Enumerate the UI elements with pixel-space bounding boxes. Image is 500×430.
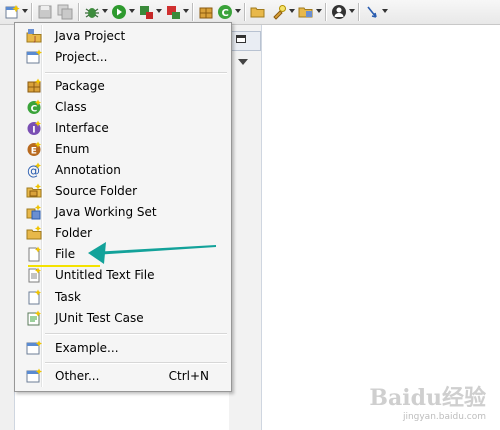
bug-icon[interactable] [84, 4, 100, 20]
new-dropdown-arrow[interactable] [22, 9, 28, 13]
task-icon [26, 289, 42, 305]
watermark-url: jingyan.baidu.com [402, 412, 486, 422]
profile-dropdown-arrow[interactable] [349, 9, 355, 13]
file-icon [26, 246, 42, 262]
package-icon [26, 78, 42, 94]
menu-item-label: Other... [55, 369, 100, 383]
editor-area [262, 25, 500, 430]
person-icon[interactable] [331, 4, 347, 20]
menu-item-label: Annotation [55, 163, 121, 177]
annotation-dropdown-arrow[interactable] [382, 9, 388, 13]
new-wizard-menu: J Java Project Project... Package C Clas… [14, 22, 232, 392]
menu-item-junit-test-case[interactable]: JUnit Test Case [17, 308, 229, 328]
watermark-logo: Baidu经验 [369, 385, 486, 411]
menu-item-accelerator: Ctrl+N [168, 369, 209, 383]
view-panel-strip [229, 25, 262, 430]
menu-item-package[interactable]: Package [17, 76, 229, 96]
menu-item-label: Enum [55, 142, 90, 156]
coverage-icon[interactable] [165, 4, 181, 20]
toolbar-separator [78, 3, 80, 21]
tools-dropdown-arrow[interactable] [156, 9, 162, 13]
search-dropdown-arrow[interactable] [289, 9, 295, 13]
menu-item-label: Package [55, 79, 105, 93]
class-icon: C [26, 99, 42, 115]
menu-separator [45, 333, 227, 335]
menu-item-label: Task [55, 290, 81, 304]
svg-text:C: C [31, 105, 38, 115]
toolbar-separator [325, 3, 327, 21]
toolbar-separator [358, 3, 360, 21]
svg-text:J: J [33, 35, 36, 43]
package-icon[interactable] [198, 4, 214, 20]
menu-item-project[interactable]: Project... [17, 47, 229, 67]
run-icon[interactable] [111, 4, 127, 20]
menu-item-label: Interface [55, 121, 109, 135]
menu-item-untitled-text-file[interactable]: Untitled Text File [17, 265, 229, 285]
watermark: Baidu经验 jingyan.baidu.com [369, 380, 486, 422]
toolbar-separator [192, 3, 194, 21]
debug-dropdown-arrow[interactable] [102, 9, 108, 13]
left-trim-panel [0, 25, 15, 430]
menu-item-java-project[interactable]: J Java Project [17, 26, 229, 46]
folder-icon [26, 225, 42, 241]
task-dropdown-arrow[interactable] [316, 9, 322, 13]
menu-item-java-working-set[interactable]: Java Working Set [17, 202, 229, 222]
menu-item-class[interactable]: C Class [17, 97, 229, 117]
project-icon [26, 49, 42, 65]
menu-separator [45, 72, 227, 74]
menu-item-label: Untitled Text File [55, 268, 155, 282]
new-icon[interactable] [4, 4, 20, 20]
maximize-icon[interactable] [236, 35, 246, 43]
menu-item-annotation[interactable]: @ Annotation [17, 160, 229, 180]
coverage-dropdown-arrow[interactable] [183, 9, 189, 13]
toolbar-separator [244, 3, 246, 21]
working-set-icon [26, 204, 42, 220]
svg-text:C: C [222, 8, 229, 19]
annotation-arrow [88, 242, 216, 264]
menu-item-source-folder[interactable]: Source Folder [17, 181, 229, 201]
toolbar-separator [31, 3, 33, 21]
menu-item-other[interactable]: Other... Ctrl+N [17, 366, 229, 386]
menu-separator [45, 362, 227, 364]
java-project-icon: J [26, 28, 42, 44]
annotation-arrow-icon[interactable] [364, 4, 380, 20]
svg-text:E: E [31, 147, 37, 157]
view-menu-icon[interactable] [238, 59, 248, 65]
text-file-icon [26, 267, 42, 283]
class-dropdown-arrow[interactable] [235, 9, 241, 13]
menu-item-interface[interactable]: I Interface [17, 118, 229, 138]
menu-item-label: Java Working Set [55, 205, 157, 219]
junit-icon [26, 310, 42, 326]
save-icon[interactable] [37, 4, 53, 20]
annotation-underline [28, 265, 100, 267]
menu-item-label: Java Project [55, 29, 126, 43]
menu-item-label: Source Folder [55, 184, 138, 198]
menu-item-label: Example... [55, 341, 119, 355]
other-icon [26, 368, 42, 384]
folder-open-icon[interactable] [250, 4, 266, 20]
external-tools-icon[interactable] [138, 4, 154, 20]
menu-item-example[interactable]: Example... [17, 338, 229, 358]
flashlight-icon[interactable] [271, 4, 287, 20]
save-all-icon[interactable] [57, 4, 73, 20]
menu-item-label: JUnit Test Case [55, 311, 144, 325]
example-icon [26, 340, 42, 356]
enum-icon: E [26, 141, 42, 157]
class-icon[interactable]: C [217, 4, 233, 20]
menu-item-enum[interactable]: E Enum [17, 139, 229, 159]
source-folder-icon [26, 183, 42, 199]
menu-item-label: Project... [55, 50, 108, 64]
folder-task-icon[interactable] [298, 4, 314, 20]
menu-item-label: Class [55, 100, 87, 114]
annotation-icon: @ [26, 162, 42, 179]
menu-item-task[interactable]: Task [17, 287, 229, 307]
svg-text:I: I [32, 126, 35, 136]
menu-item-label: File [55, 247, 76, 261]
interface-icon: I [26, 120, 42, 136]
run-dropdown-arrow[interactable] [129, 9, 135, 13]
